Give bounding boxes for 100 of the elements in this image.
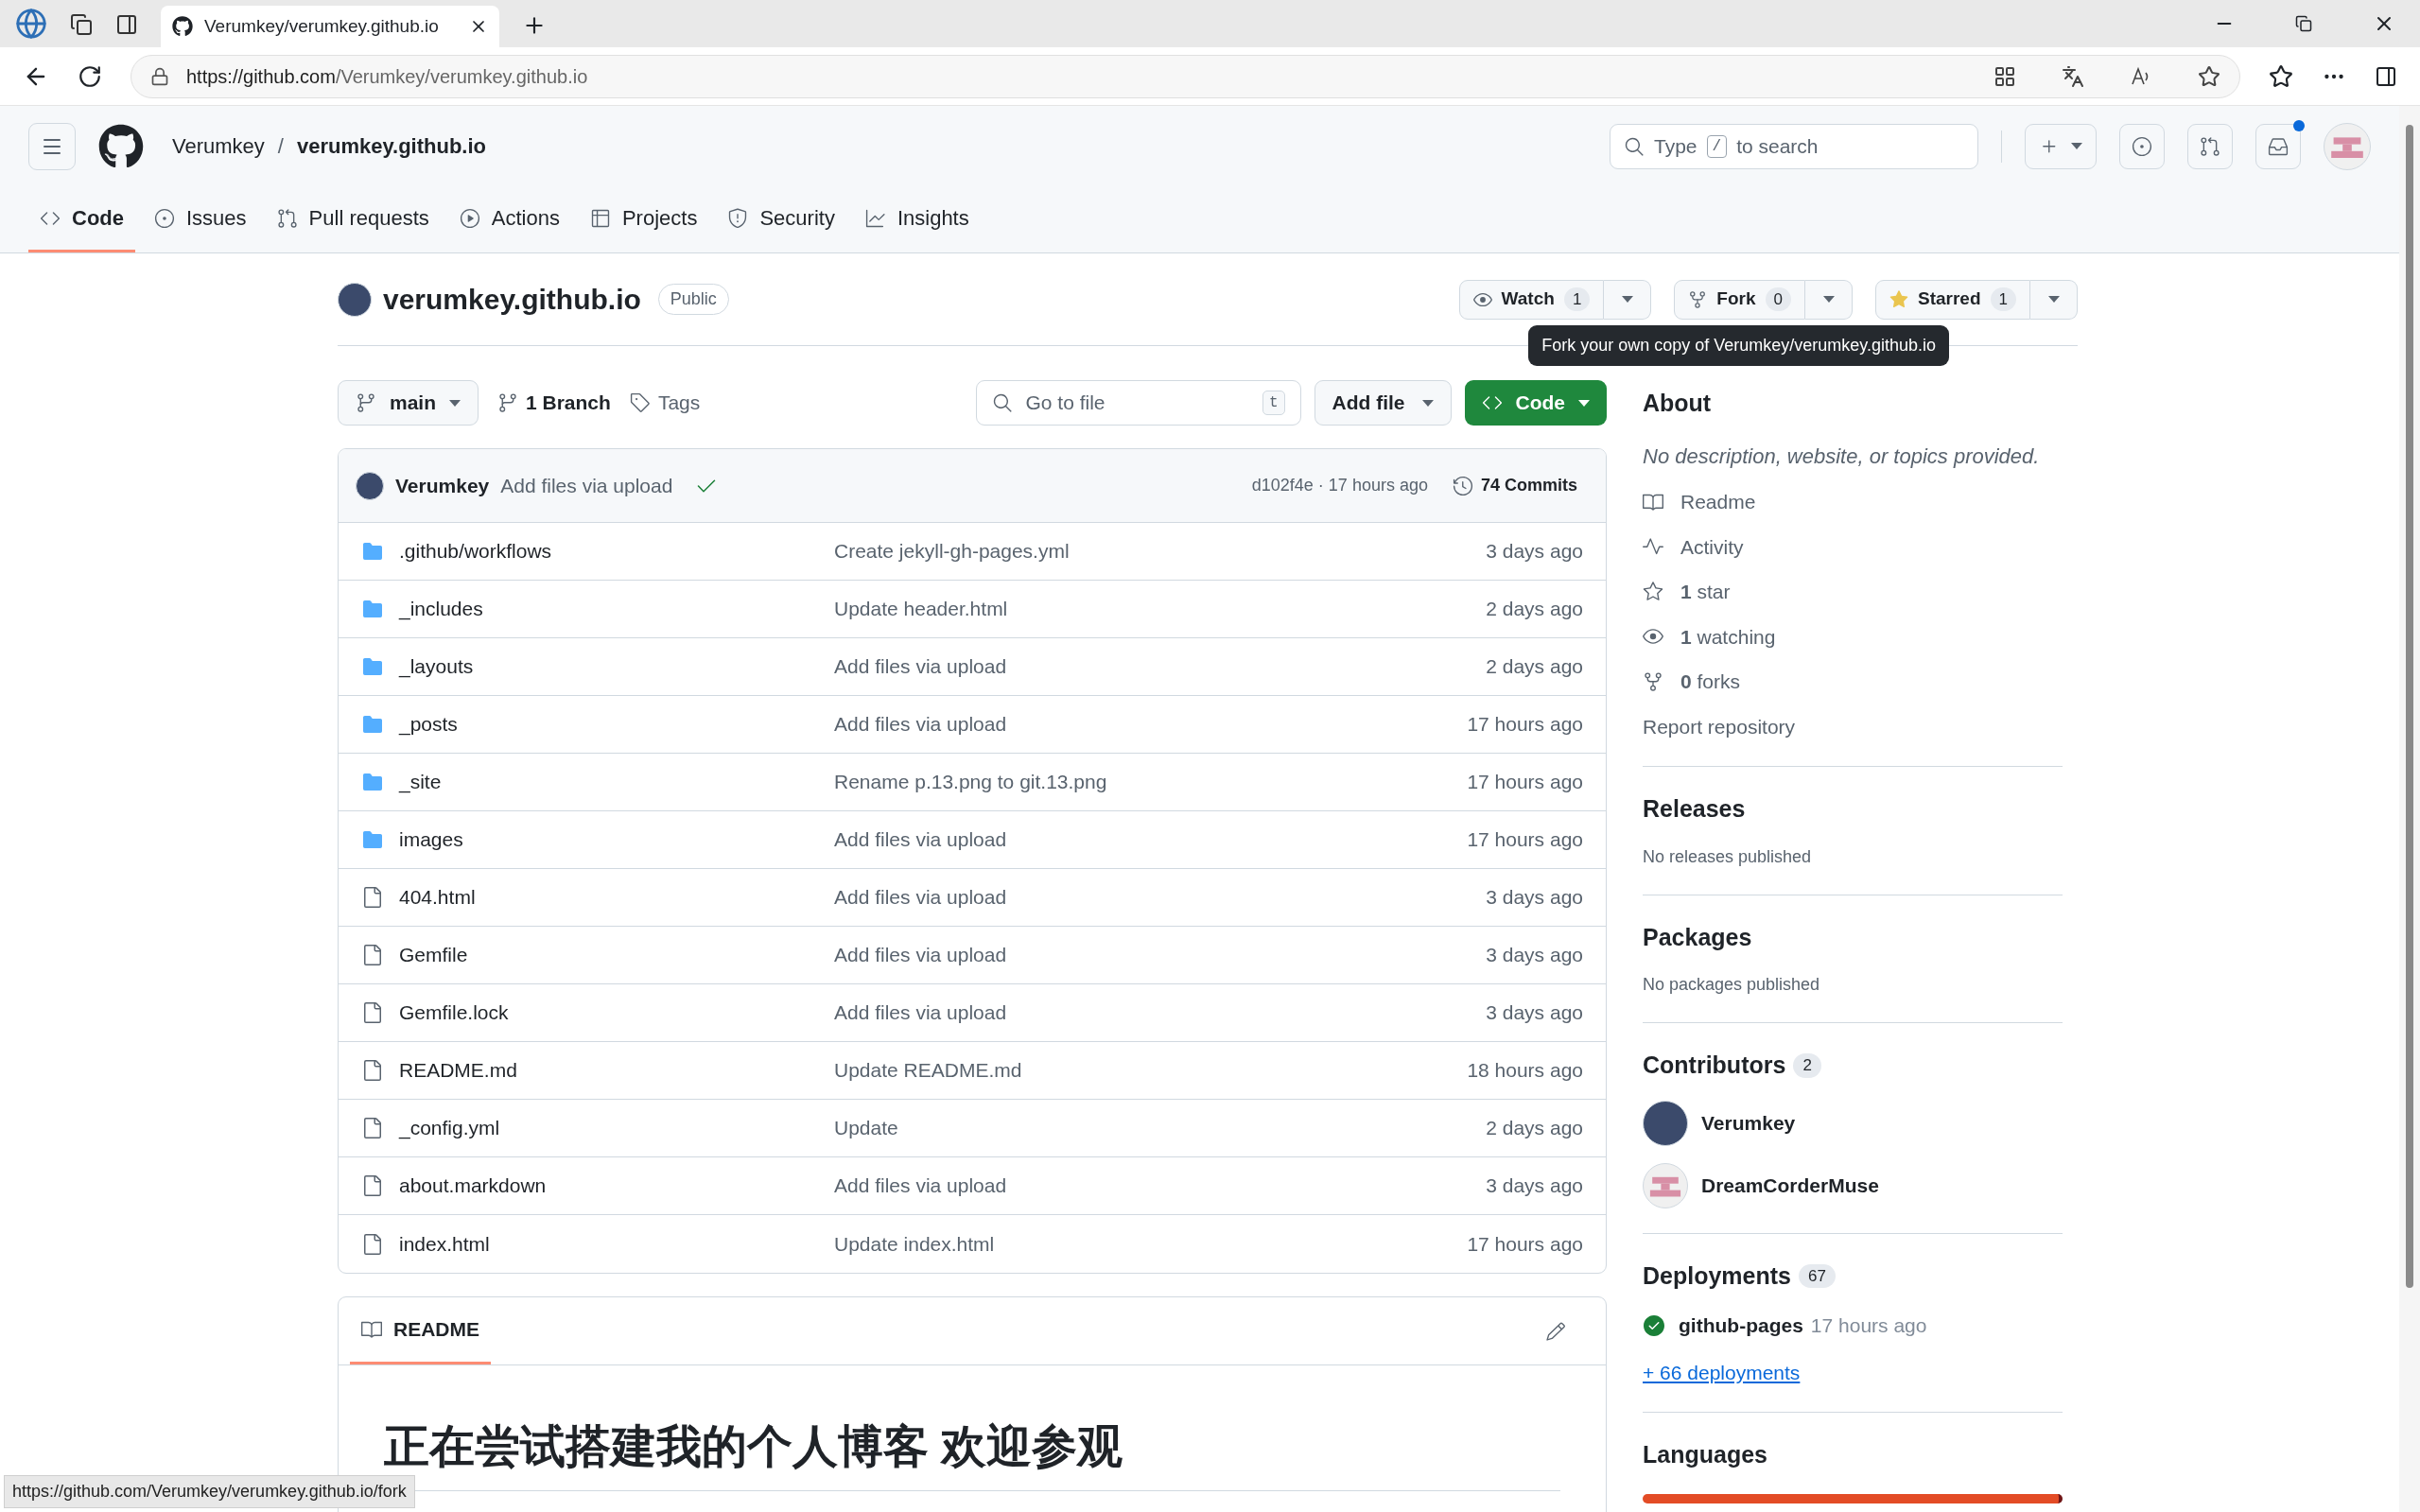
repo-title[interactable]: verumkey.github.io bbox=[383, 278, 641, 321]
commit-hash-time[interactable]: d102f4e · 17 hours ago bbox=[1251, 473, 1428, 498]
address-bar[interactable]: https://github.com/Verumkey/verumkey.github.io bbox=[131, 54, 2240, 98]
commit-time: 17 hours ago bbox=[1467, 827, 1583, 853]
search-field[interactable]: Type / to search bbox=[1610, 123, 1978, 169]
workspaces-icon[interactable] bbox=[70, 13, 93, 36]
contributor-link[interactable]: DreamCorderMuse bbox=[1701, 1170, 1879, 1201]
scrollbar[interactable] bbox=[2399, 106, 2420, 1512]
commit-message-link[interactable]: Update header.html bbox=[834, 594, 1487, 624]
lock-icon bbox=[150, 66, 169, 86]
commit-message-link[interactable]: Update README.md bbox=[834, 1055, 1468, 1086]
repo-link[interactable]: verumkey.github.io bbox=[296, 130, 487, 162]
browser-profile-icon[interactable] bbox=[15, 8, 47, 40]
app-available-icon[interactable] bbox=[1993, 64, 2016, 88]
file-name-link[interactable]: .github/workflows bbox=[399, 536, 552, 566]
restore-icon[interactable] bbox=[2295, 15, 2312, 32]
commit-message-link[interactable]: Add files via upload bbox=[834, 882, 1487, 912]
commit-message-link[interactable]: Create jekyll-gh-pages.yml bbox=[834, 536, 1487, 566]
translate-icon[interactable] bbox=[2062, 64, 2084, 88]
path-separator: / bbox=[277, 133, 284, 160]
pull-request-icon bbox=[276, 207, 298, 229]
deployments-link[interactable]: + 66 deployments bbox=[1643, 1357, 1801, 1387]
add-file-button[interactable]: Add file bbox=[1314, 380, 1452, 426]
browser-tab[interactable]: Verumkey/verumkey.github.io bbox=[161, 6, 499, 47]
go-to-file-field[interactable]: Go to file t bbox=[975, 380, 1301, 426]
file-name-link[interactable]: Gemfile.lock bbox=[399, 998, 509, 1028]
caret-icon bbox=[1621, 296, 1633, 303]
reload-icon[interactable] bbox=[78, 63, 102, 89]
empty-note: No releases published bbox=[1643, 845, 1813, 868]
commit-message-link[interactable]: Update bbox=[834, 1113, 1487, 1143]
commit-message-link[interactable]: Add files via upload bbox=[834, 998, 1487, 1028]
about-link[interactable]: Readme bbox=[1680, 487, 1756, 517]
file-name-link[interactable]: _posts bbox=[399, 709, 458, 739]
about-link[interactable]: 1 watching bbox=[1680, 621, 1776, 652]
about-link[interactable]: 1 star bbox=[1680, 577, 1731, 607]
file-name-link[interactable]: 404.html bbox=[399, 882, 476, 912]
readme-tab[interactable]: README bbox=[350, 1297, 491, 1364]
owner-link[interactable]: Verumkey bbox=[172, 130, 265, 162]
caret-icon bbox=[2071, 143, 2082, 149]
branches-link[interactable]: 1 Branch bbox=[492, 388, 617, 418]
commit-message-link[interactable]: Add files via upload bbox=[834, 940, 1487, 970]
commit-message-link[interactable]: Add files via upload bbox=[834, 709, 1468, 739]
repo-nav-tab[interactable]: Actions bbox=[447, 186, 571, 252]
report-link[interactable]: Report repository bbox=[1643, 711, 2063, 741]
about-link[interactable]: Activity bbox=[1680, 531, 1744, 562]
commit-message-link[interactable]: Add files via upload bbox=[834, 1171, 1487, 1201]
file-name-link[interactable]: _config.yml bbox=[399, 1113, 500, 1143]
issues-button[interactable] bbox=[2119, 123, 2165, 169]
repo-nav-tab[interactable]: Pull requests bbox=[265, 186, 441, 252]
code-button[interactable]: Code bbox=[1464, 380, 1607, 426]
commit-message-link[interactable]: Add files via upload bbox=[834, 652, 1487, 682]
tab-actions-icon[interactable] bbox=[115, 13, 138, 36]
commit-message-link[interactable]: Rename p.13.png to git.13.png bbox=[834, 767, 1468, 797]
deployment-link[interactable]: github-pages bbox=[1679, 1311, 1803, 1341]
branch-button[interactable]: main bbox=[338, 380, 479, 426]
history-icon bbox=[1452, 475, 1473, 496]
file-name-link[interactable]: index.html bbox=[399, 1228, 490, 1260]
commits-link[interactable]: 74 Commits bbox=[1452, 473, 1577, 498]
fork-button[interactable]: Fork 0 bbox=[1674, 279, 1805, 320]
commit-time: 18 hours ago bbox=[1467, 1058, 1583, 1084]
repo-nav-tab[interactable]: Security bbox=[716, 186, 846, 252]
contributor-link[interactable]: Verumkey bbox=[1701, 1107, 1796, 1138]
menu-button[interactable] bbox=[28, 122, 76, 170]
repo-nav-tab[interactable]: Projects bbox=[578, 186, 709, 252]
star-button[interactable]: Starred 1 bbox=[1875, 279, 2030, 320]
file-name-link[interactable]: _site bbox=[399, 767, 442, 797]
commit-time: 2 days ago bbox=[1486, 1116, 1583, 1141]
caret-icon bbox=[449, 399, 461, 407]
file-name-link[interactable]: about.markdown bbox=[399, 1171, 547, 1201]
count-label: 2 bbox=[1793, 1053, 1821, 1078]
about-link[interactable]: 0 forks bbox=[1680, 667, 1741, 697]
star-icon bbox=[1889, 289, 1908, 309]
commit-message-link[interactable]: Update index.html bbox=[834, 1228, 1468, 1260]
commit-time: 17 hours ago bbox=[1467, 770, 1583, 795]
tags-link[interactable]: Tags bbox=[629, 388, 701, 418]
watch-button[interactable]: Watch 1 bbox=[1458, 279, 1605, 320]
play-icon bbox=[459, 207, 480, 229]
sidebar-icon[interactable] bbox=[2375, 64, 2397, 88]
caret-icon bbox=[1421, 399, 1434, 407]
github-logo-icon[interactable] bbox=[98, 123, 144, 169]
repo-nav-tab[interactable]: Code bbox=[28, 186, 135, 252]
shield-icon bbox=[727, 207, 749, 229]
table-icon bbox=[589, 207, 611, 229]
commit-message-link[interactable]: Add files via upload bbox=[834, 825, 1468, 855]
issue-icon bbox=[2132, 135, 2152, 157]
file-name-link[interactable]: _includes bbox=[399, 594, 483, 624]
count-label: 67 bbox=[1799, 1263, 1836, 1288]
commit-message[interactable]: Add files via upload bbox=[500, 470, 673, 501]
favorite-icon[interactable] bbox=[2198, 64, 2220, 88]
file-name-link[interactable]: Gemfile bbox=[399, 940, 468, 970]
pull-requests-button[interactable] bbox=[2187, 123, 2233, 169]
repo-nav-tab[interactable]: Insights bbox=[853, 186, 981, 252]
edit-icon[interactable] bbox=[1545, 1320, 1566, 1342]
favorites-icon[interactable] bbox=[2269, 63, 2293, 89]
file-name-link[interactable]: README.md bbox=[399, 1055, 517, 1086]
file-name-link[interactable]: _layouts bbox=[399, 652, 474, 682]
file-name-link[interactable]: images bbox=[399, 825, 463, 855]
commit-time: 2 days ago bbox=[1486, 597, 1583, 622]
repo-nav-tab[interactable]: Issues bbox=[143, 186, 258, 252]
commit-author[interactable]: Verumkey bbox=[395, 470, 490, 501]
